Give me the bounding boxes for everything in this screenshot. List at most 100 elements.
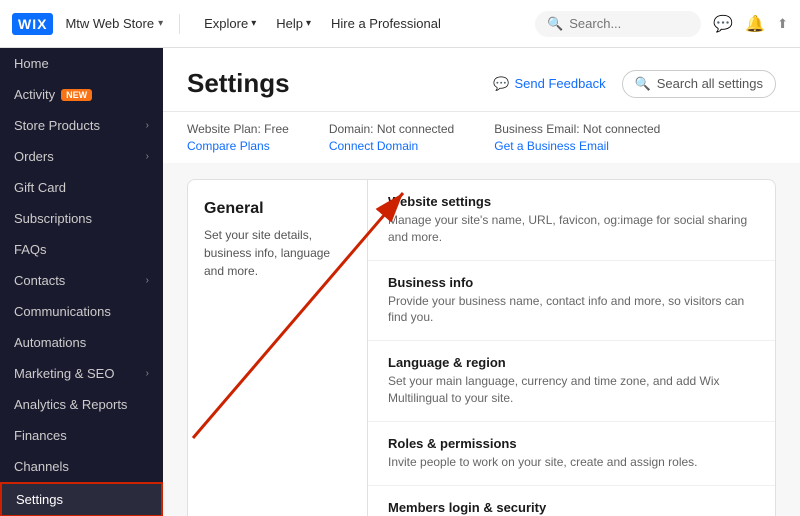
- general-section-card: General Set your site details, business …: [187, 179, 776, 516]
- website-plan-label: Website Plan: Free: [187, 122, 289, 136]
- send-feedback-label: Send Feedback: [515, 76, 606, 91]
- sidebar-item-analytics-reports[interactable]: Analytics & Reports: [0, 389, 163, 420]
- sidebar-item-store-products[interactable]: Store Products ›: [0, 110, 163, 141]
- sidebar-item-faqs[interactable]: FAQs: [0, 234, 163, 265]
- domain-item: Domain: Not connected Connect Domain: [329, 122, 454, 153]
- website-plan-item: Website Plan: Free Compare Plans: [187, 122, 289, 153]
- sidebar-item-home[interactable]: Home: [0, 48, 163, 79]
- sidebar-item-subscriptions[interactable]: Subscriptions: [0, 203, 163, 234]
- website-settings-desc: Manage your site's name, URL, favicon, o…: [388, 212, 755, 246]
- sidebar-gift-card-label: Gift Card: [14, 180, 66, 195]
- settings-search-icon: 🔍: [635, 76, 651, 92]
- upgrade-icon[interactable]: ⬆: [777, 16, 788, 32]
- business-info-desc: Provide your business name, contact info…: [388, 293, 755, 327]
- sidebar-item-contacts[interactable]: Contacts ›: [0, 265, 163, 296]
- sidebar-communications-label: Communications: [14, 304, 111, 319]
- send-feedback-button[interactable]: 💬 Send Feedback: [493, 76, 605, 92]
- nav-explore-chevron-icon: ▾: [251, 18, 256, 29]
- language-region-desc: Set your main language, currency and tim…: [388, 373, 755, 407]
- connect-domain-link[interactable]: Connect Domain: [329, 139, 454, 153]
- nav-help-label: Help: [276, 16, 303, 31]
- orders-chevron-icon: ›: [146, 151, 149, 162]
- general-section-right: Website settings Manage your site's name…: [368, 180, 775, 516]
- sidebar-item-orders[interactable]: Orders ›: [0, 141, 163, 172]
- settings-content: Settings 💬 Send Feedback 🔍 Search all se…: [163, 48, 800, 516]
- website-settings-title: Website settings: [388, 194, 755, 209]
- sidebar: Home Activity NEW Store Products › Order…: [0, 48, 163, 516]
- general-section-title: General: [204, 200, 351, 218]
- roles-permissions-title: Roles & permissions: [388, 436, 755, 451]
- sidebar-item-home-label: Home: [14, 56, 49, 71]
- marketing-chevron-icon: ›: [146, 368, 149, 379]
- nav-help-chevron-icon: ▾: [306, 18, 311, 29]
- plan-bar: Website Plan: Free Compare Plans Domain:…: [163, 111, 800, 163]
- business-email-label: Business Email: Not connected: [494, 122, 660, 136]
- main-layout: Home Activity NEW Store Products › Order…: [0, 48, 800, 516]
- nav-hire-label: Hire a Professional: [331, 16, 441, 31]
- site-name-button[interactable]: Mtw Web Store ▾: [65, 16, 163, 31]
- settings-title: Settings: [187, 68, 290, 99]
- language-region-title: Language & region: [388, 355, 755, 370]
- top-navigation: WIX Mtw Web Store ▾ Explore ▾ Help ▾ Hir…: [0, 0, 800, 48]
- wix-logo: WIX: [12, 13, 53, 35]
- sidebar-item-gift-card[interactable]: Gift Card: [0, 172, 163, 203]
- website-settings-row[interactable]: Website settings Manage your site's name…: [368, 180, 775, 261]
- general-section-desc: Set your site details, business info, la…: [204, 226, 351, 280]
- sidebar-orders-label: Orders: [14, 149, 54, 164]
- nav-links: Explore ▾ Help ▾ Hire a Professional: [196, 12, 449, 35]
- sidebar-activity-label: Activity: [14, 87, 55, 102]
- sidebar-faqs-label: FAQs: [14, 242, 47, 257]
- settings-header-right: 💬 Send Feedback 🔍 Search all settings: [493, 70, 776, 98]
- content-wrapper: Settings 💬 Send Feedback 🔍 Search all se…: [163, 48, 800, 516]
- business-email-item: Business Email: Not connected Get a Busi…: [494, 122, 660, 153]
- sidebar-activity-left: Activity NEW: [14, 87, 92, 102]
- compare-plans-link[interactable]: Compare Plans: [187, 139, 289, 153]
- top-nav-icons: 💬 🔔 ⬆: [713, 14, 788, 34]
- get-business-email-link[interactable]: Get a Business Email: [494, 139, 660, 153]
- sidebar-settings-label: Settings: [16, 492, 63, 507]
- top-search-input[interactable]: [569, 16, 689, 31]
- roles-permissions-row[interactable]: Roles & permissions Invite people to wor…: [368, 422, 775, 486]
- sidebar-automations-label: Automations: [14, 335, 86, 350]
- feedback-icon: 💬: [493, 76, 509, 92]
- members-login-row[interactable]: Members login & security Manage site mem…: [368, 486, 775, 516]
- sidebar-item-settings[interactable]: Settings: [0, 482, 163, 516]
- nav-explore[interactable]: Explore ▾: [196, 12, 264, 35]
- chat-icon[interactable]: 💬: [713, 14, 733, 34]
- site-name-label: Mtw Web Store: [65, 16, 154, 31]
- sidebar-store-products-label: Store Products: [14, 118, 100, 133]
- business-info-row[interactable]: Business info Provide your business name…: [368, 261, 775, 342]
- site-name-chevron-icon: ▾: [158, 18, 163, 29]
- sidebar-contacts-label: Contacts: [14, 273, 65, 288]
- members-login-title: Members login & security: [388, 500, 755, 515]
- nav-explore-label: Explore: [204, 16, 248, 31]
- contacts-chevron-icon: ›: [146, 275, 149, 286]
- general-section-left: General Set your site details, business …: [188, 180, 368, 516]
- sidebar-item-channels[interactable]: Channels: [0, 451, 163, 482]
- language-region-row[interactable]: Language & region Set your main language…: [368, 341, 775, 422]
- bell-icon[interactable]: 🔔: [745, 14, 765, 34]
- store-products-chevron-icon: ›: [146, 120, 149, 131]
- settings-search-button[interactable]: 🔍 Search all settings: [622, 70, 776, 98]
- sidebar-channels-label: Channels: [14, 459, 69, 474]
- sidebar-item-finances[interactable]: Finances: [0, 420, 163, 451]
- sidebar-item-activity[interactable]: Activity NEW: [0, 79, 163, 110]
- sidebar-analytics-reports-label: Analytics & Reports: [14, 397, 127, 412]
- nav-hire-professional[interactable]: Hire a Professional: [323, 12, 449, 35]
- roles-permissions-desc: Invite people to work on your site, crea…: [388, 454, 755, 471]
- settings-search-label: Search all settings: [657, 76, 763, 91]
- activity-badge: NEW: [61, 89, 92, 101]
- business-info-title: Business info: [388, 275, 755, 290]
- sidebar-item-communications[interactable]: Communications: [0, 296, 163, 327]
- sidebar-subscriptions-label: Subscriptions: [14, 211, 92, 226]
- settings-body: General Set your site details, business …: [163, 163, 800, 516]
- sidebar-finances-label: Finances: [14, 428, 67, 443]
- domain-label: Domain: Not connected: [329, 122, 454, 136]
- sidebar-item-marketing-seo[interactable]: Marketing & SEO ›: [0, 358, 163, 389]
- nav-divider: [179, 14, 180, 34]
- settings-header: Settings 💬 Send Feedback 🔍 Search all se…: [163, 48, 800, 111]
- sidebar-marketing-seo-label: Marketing & SEO: [14, 366, 114, 381]
- sidebar-item-automations[interactable]: Automations: [0, 327, 163, 358]
- top-search-bar[interactable]: 🔍: [535, 11, 701, 37]
- nav-help[interactable]: Help ▾: [268, 12, 319, 35]
